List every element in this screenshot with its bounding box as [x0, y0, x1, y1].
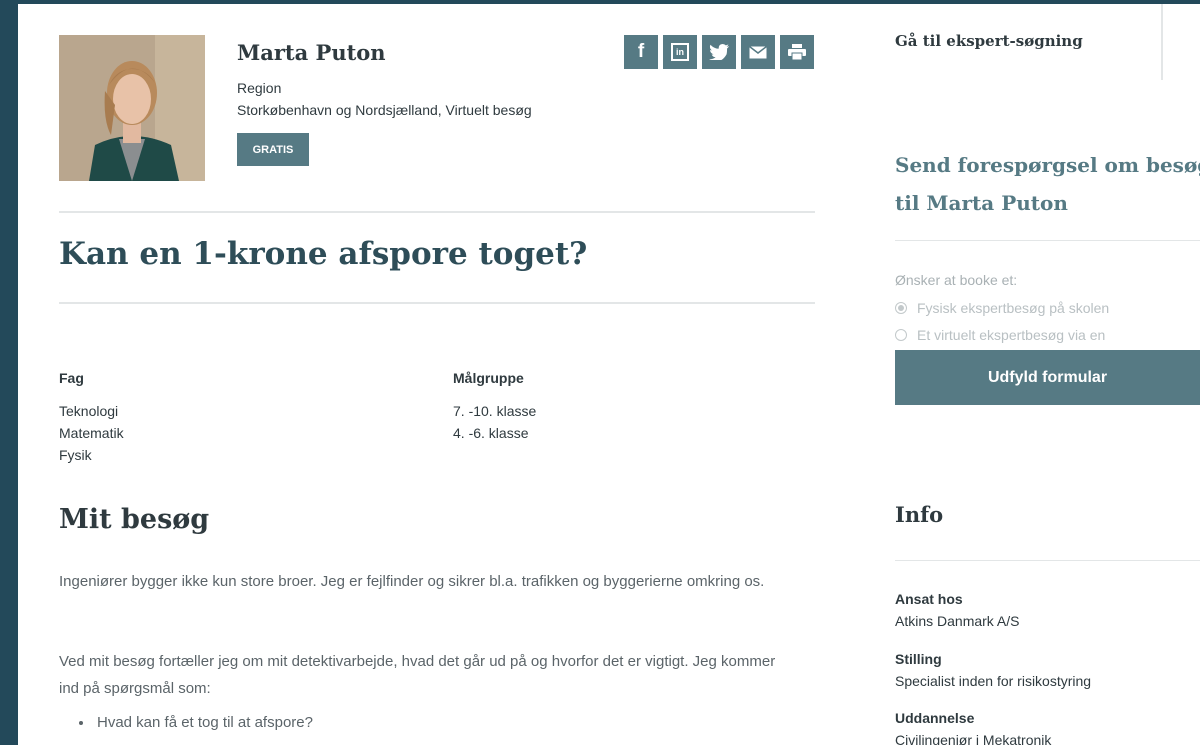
position-value: Specialist inden for risikostyring [895, 673, 1092, 689]
share-twitter-button[interactable] [702, 35, 736, 69]
visit-paragraph: Ved mit besøg fortæller jeg om mit detek… [59, 653, 776, 697]
request-title-line: Send forespørgsel om besøg [895, 153, 1200, 177]
divider [59, 211, 815, 213]
education-value: Civilingeniør i Mekatronik [895, 732, 1052, 745]
share-linkedin-button[interactable]: in [663, 35, 697, 69]
divider [895, 560, 1200, 561]
divider [895, 240, 1200, 241]
page-title: Kan en 1-krone afspore toget? [59, 236, 588, 272]
radio-label: Fysisk ekspertbesøg på skolen [917, 300, 1110, 316]
page: Marta Puton Region Storkøbenhavn og Nord… [18, 4, 1200, 745]
share-print-button[interactable] [780, 35, 814, 69]
booking-type-label: Ønsker at booke et: [895, 272, 1018, 288]
divider [1161, 4, 1163, 80]
employer-label: Ansat hos [895, 591, 963, 607]
linkedin-icon: in [671, 43, 689, 61]
education-label: Uddannelse [895, 710, 975, 726]
region-value: Storkøbenhavn og Nordsjælland, Virtuelt … [237, 102, 532, 118]
bullet-item: Hvad kan få et tog til at afspore? [79, 714, 313, 731]
list-item: 4. -6. klasse [453, 425, 529, 441]
expert-name: Marta Puton [237, 40, 386, 65]
portrait-illustration [59, 35, 205, 181]
list-item: Fysik [59, 447, 92, 463]
bullet-text: Hvad kan få et tog til at afspore? [97, 714, 313, 731]
subjects-list: Teknologi Matematik Fysik [59, 400, 124, 466]
print-icon [788, 44, 806, 60]
facebook-icon: f [637, 41, 645, 62]
position-label: Stilling [895, 651, 942, 667]
subjects-label: Fag [59, 370, 84, 386]
list-item: Teknologi [59, 403, 119, 419]
radio-physical-visit[interactable]: Fysisk ekspertbesøg på skolen [895, 300, 1109, 316]
region-label: Region [237, 80, 282, 96]
bullet-dot-icon [79, 721, 83, 726]
list-item: 7. -10. klasse [453, 403, 537, 419]
request-title: Send forespørgsel om besøg til Marta Put… [895, 146, 1200, 222]
radio-virtual-visit[interactable]: Et virtuelt ekspertbesøg via en [895, 327, 1105, 343]
visit-heading: Mit besøg [59, 504, 210, 535]
expert-profile-main: Marta Puton Region Storkøbenhavn og Nord… [59, 4, 815, 745]
share-mail-button[interactable] [741, 35, 775, 69]
employer-value: Atkins Danmark A/S [895, 613, 1020, 629]
radio-label: Et virtuelt ekspertbesøg via en [917, 327, 1106, 343]
audience-label: Målgruppe [453, 370, 524, 386]
info-title: Info [895, 502, 944, 527]
expert-search-link[interactable]: Gå til ekspert-søgning [895, 32, 1083, 50]
visit-paragraph: Ingeniører bygger ikke kun store broer. … [59, 573, 765, 590]
request-title-line: til Marta Puton [895, 191, 1068, 215]
audience-list: 7. -10. klasse 4. -6. klasse [453, 400, 536, 444]
sidebar: Gå til ekspert-søgning Send forespørgsel… [895, 4, 1200, 745]
price-badge: GRATIS [237, 133, 309, 166]
fill-form-button[interactable]: Udfyld formular [895, 350, 1200, 405]
radio-unchecked-icon[interactable] [895, 329, 907, 341]
radio-checked-icon[interactable] [895, 302, 907, 314]
share-facebook-button[interactable]: f [624, 35, 658, 69]
twitter-icon [709, 44, 729, 60]
list-item: Matematik [59, 425, 124, 441]
mail-icon [749, 45, 767, 58]
divider [59, 302, 815, 304]
expert-photo [59, 35, 205, 181]
linkedin-icon-glyph: in [676, 47, 684, 57]
